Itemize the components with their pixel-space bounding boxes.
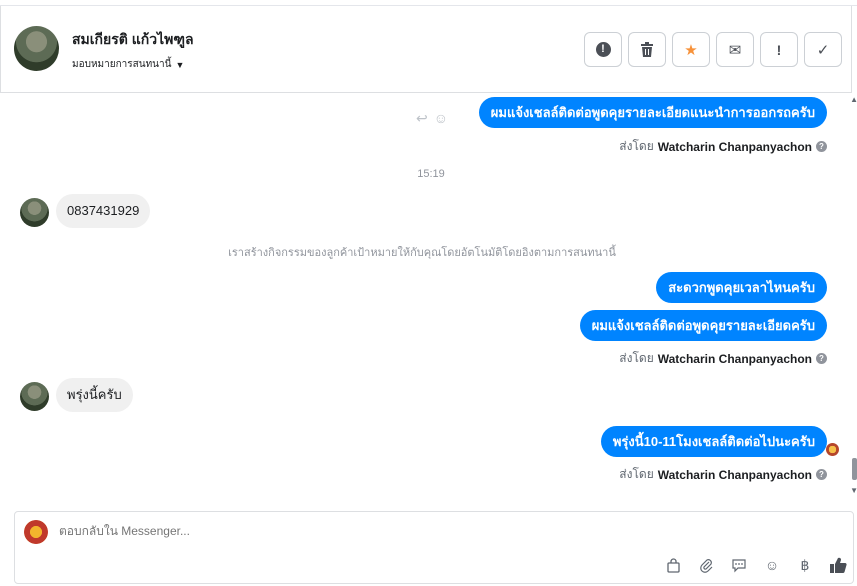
info-icon[interactable]: ? [816, 141, 827, 152]
composer-tools: ☺ ฿ [663, 555, 848, 575]
contact-name[interactable]: สมเกียรติ แก้วไพฑูล [72, 29, 194, 51]
sent-by-prefix: ส่งโดย [619, 467, 654, 481]
caret-down-icon: ▼ [175, 59, 185, 70]
assign-label: มอบหมายการสนทนานี้ [72, 59, 172, 70]
outgoing-message[interactable]: ผมแจ้งเชลล์ติดต่อพูดคุยรายละเอียดครับ [579, 310, 827, 341]
paperclip-icon[interactable] [696, 555, 716, 575]
sent-by-line: ส่งโดย Watcharin Chanpanyachon ? [619, 465, 827, 484]
contact-avatar-small [20, 382, 49, 411]
reply-composer: ☺ ฿ [14, 511, 854, 584]
page-avatar [24, 520, 48, 544]
mark-done-button[interactable]: ✓ [804, 32, 842, 67]
smiley-icon[interactable]: ☺ [762, 555, 782, 575]
alert-circle-icon: ! [595, 42, 611, 57]
auto-activity-notice: เราสร้างกิจกรรมของลูกค้าเป้าหมายให้กับคุ… [228, 247, 616, 259]
delete-button[interactable] [628, 32, 666, 67]
react-smiley-icon[interactable]: ☺ [434, 110, 448, 127]
message-actions: ↩ ☺ [416, 110, 448, 127]
chat-bubble-icon[interactable] [729, 555, 749, 575]
star-button[interactable]: ★ [672, 32, 710, 67]
sent-by-line: ส่งโดย Watcharin Chanpanyachon ? [619, 137, 827, 156]
outgoing-message[interactable]: สะดวกพูดคุยเวลาไหนครับ [656, 272, 827, 303]
sender-name[interactable]: Watcharin Chanpanyachon [658, 140, 812, 154]
scroll-up-arrow-icon[interactable]: ▲ [850, 95, 857, 104]
scroll-down-arrow-icon[interactable]: ▼ [850, 486, 857, 495]
mark-unread-button[interactable]: ✉ [716, 32, 754, 67]
header-actions: ! ★ ✉ ! ✓ [584, 32, 842, 67]
outgoing-message[interactable]: พรุ่งนี้10-11โมงเชลล์ติดต่อไปนะครับ [600, 426, 827, 457]
incoming-message[interactable]: 0837431929 [56, 194, 151, 228]
mark-spam-button[interactable]: ! [584, 32, 622, 67]
incoming-message[interactable]: พรุ่งนี้ครับ [56, 378, 133, 412]
sent-by-line: ส่งโดย Watcharin Chanpanyachon ? [619, 349, 827, 368]
trash-icon [641, 42, 653, 57]
follow-up-button[interactable]: ! [760, 32, 798, 67]
info-icon[interactable]: ? [816, 353, 827, 364]
reply-input[interactable] [59, 524, 659, 538]
sender-name[interactable]: Watcharin Chanpanyachon [658, 352, 812, 366]
reply-icon[interactable]: ↩ [416, 110, 428, 127]
page: สมเกียรติ แก้วไพฑูล มอบหมายการสนทนานี้ ▼… [0, 0, 857, 586]
exclamation-icon: ! [776, 41, 782, 58]
seen-indicator-avatar [826, 443, 839, 456]
baht-icon[interactable]: ฿ [795, 555, 815, 575]
scrollbar-thumb[interactable] [852, 458, 857, 480]
assign-dropdown[interactable]: มอบหมายการสนทนานี้ ▼ [72, 57, 184, 72]
contact-avatar[interactable] [14, 26, 59, 71]
checkmark-icon: ✓ [816, 41, 830, 59]
bag-icon[interactable] [663, 555, 683, 575]
sender-name[interactable]: Watcharin Chanpanyachon [658, 468, 812, 482]
info-icon[interactable]: ? [816, 469, 827, 480]
sent-by-prefix: ส่งโดย [619, 351, 654, 365]
star-icon: ★ [684, 41, 698, 59]
sent-by-prefix: ส่งโดย [619, 139, 654, 153]
thumbs-up-icon[interactable] [828, 555, 848, 575]
timestamp: 15:19 [417, 168, 445, 180]
contact-avatar-small [20, 198, 49, 227]
conversation-header: สมเกียรติ แก้วไพฑูล มอบหมายการสนทนานี้ ▼… [0, 6, 852, 93]
scrollbar[interactable] [852, 93, 857, 507]
envelope-icon: ✉ [728, 41, 742, 59]
outgoing-message[interactable]: ผมแจ้งเชลล์ติดต่อพูดคุยรายละเอียดแนะนำกา… [478, 97, 827, 128]
